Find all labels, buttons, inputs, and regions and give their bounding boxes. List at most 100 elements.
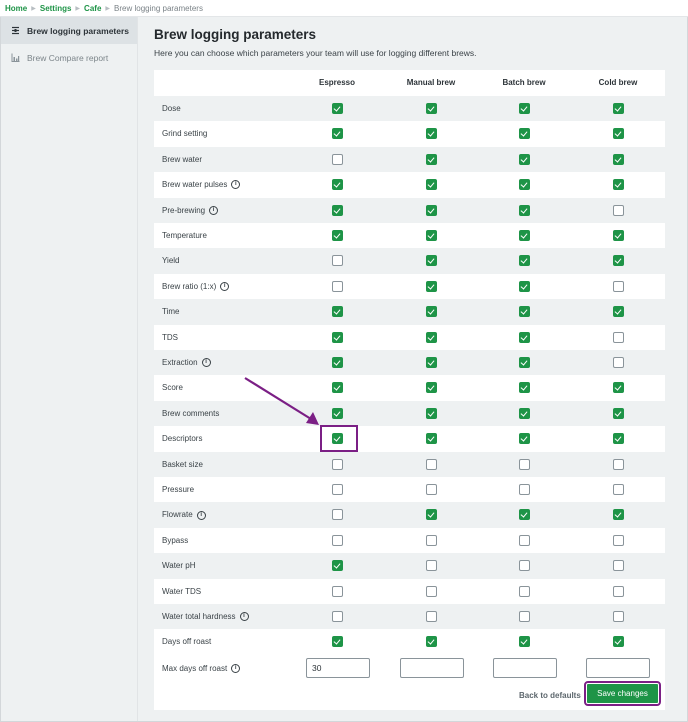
sidebar-item-brew-logging-parameters[interactable]: Brew logging parameters xyxy=(1,17,137,44)
checkbox-batch-brew[interactable] xyxy=(518,179,530,191)
checkbox-manual-brew[interactable] xyxy=(425,280,437,292)
checkbox-espresso[interactable] xyxy=(331,585,343,597)
checkbox-batch-brew[interactable] xyxy=(518,153,530,165)
checkbox-espresso[interactable] xyxy=(331,560,343,572)
breadcrumb-cafe[interactable]: Cafe xyxy=(84,4,101,13)
checkbox-manual-brew[interactable] xyxy=(425,636,437,648)
checkbox-espresso[interactable] xyxy=(331,103,343,114)
checkbox-cold-brew[interactable] xyxy=(612,255,624,267)
checkbox-cold-brew[interactable] xyxy=(612,433,624,445)
checkbox-cold-brew[interactable] xyxy=(612,280,624,292)
checkbox-manual-brew[interactable] xyxy=(425,331,437,343)
checkbox-manual-brew[interactable] xyxy=(425,534,437,546)
info-icon[interactable]: i xyxy=(196,510,206,520)
checkbox-espresso[interactable] xyxy=(331,280,343,292)
checkbox-cold-brew[interactable] xyxy=(612,306,624,318)
checkbox-cold-brew[interactable] xyxy=(612,230,624,241)
checkbox-espresso[interactable] xyxy=(331,204,343,216)
checkbox-espresso[interactable] xyxy=(331,153,343,165)
checkbox-cold-brew[interactable] xyxy=(612,204,624,216)
checkbox-manual-brew[interactable] xyxy=(425,560,437,572)
checkbox-batch-brew[interactable] xyxy=(518,585,530,597)
info-icon[interactable]: i xyxy=(231,180,241,190)
checkbox-espresso[interactable] xyxy=(331,509,343,521)
checkbox-espresso[interactable] xyxy=(331,255,343,267)
checkbox-batch-brew[interactable] xyxy=(518,204,530,216)
checkbox-manual-brew[interactable] xyxy=(425,433,437,445)
checkbox-espresso[interactable] xyxy=(331,458,343,470)
checkbox-batch-brew[interactable] xyxy=(518,636,530,648)
checkbox-espresso[interactable] xyxy=(331,331,343,343)
checkbox-espresso[interactable] xyxy=(331,382,343,394)
checkbox-espresso[interactable] xyxy=(331,484,343,495)
max-days-espresso-input[interactable] xyxy=(306,658,370,678)
checkbox-espresso[interactable] xyxy=(331,306,343,318)
checkbox-batch-brew[interactable] xyxy=(518,103,530,114)
checkbox-manual-brew[interactable] xyxy=(425,509,437,521)
checkbox-batch-brew[interactable] xyxy=(518,255,530,267)
checkbox-batch-brew[interactable] xyxy=(518,509,530,521)
checkbox-cold-brew[interactable] xyxy=(612,153,624,165)
checkbox-cold-brew[interactable] xyxy=(612,509,624,521)
checkbox-manual-brew[interactable] xyxy=(425,458,437,470)
checkbox-cold-brew[interactable] xyxy=(612,128,624,140)
checkbox-espresso[interactable] xyxy=(331,611,343,622)
info-icon[interactable]: i xyxy=(220,281,230,291)
checkbox-cold-brew[interactable] xyxy=(612,179,624,191)
info-icon[interactable]: i xyxy=(209,205,219,215)
info-icon[interactable]: i xyxy=(201,358,211,368)
checkbox-cold-brew[interactable] xyxy=(612,382,624,394)
checkbox-manual-brew[interactable] xyxy=(425,103,437,114)
checkbox-manual-brew[interactable] xyxy=(425,585,437,597)
checkbox-batch-brew[interactable] xyxy=(518,357,530,368)
checkbox-batch-brew[interactable] xyxy=(518,534,530,546)
info-icon[interactable]: i xyxy=(239,612,249,622)
checkbox-batch-brew[interactable] xyxy=(518,611,530,622)
checkbox-manual-brew[interactable] xyxy=(425,128,437,140)
checkbox-cold-brew[interactable] xyxy=(612,407,624,419)
checkbox-manual-brew[interactable] xyxy=(425,306,437,318)
checkbox-manual-brew[interactable] xyxy=(425,382,437,394)
checkbox-cold-brew[interactable] xyxy=(612,636,624,648)
checkbox-manual-brew[interactable] xyxy=(425,230,437,241)
checkbox-manual-brew[interactable] xyxy=(425,179,437,191)
checkbox-espresso[interactable] xyxy=(331,357,343,368)
max-days-manual-brew-input[interactable] xyxy=(400,658,464,678)
checkbox-cold-brew[interactable] xyxy=(612,585,624,597)
checkbox-manual-brew[interactable] xyxy=(425,407,437,419)
checkbox-cold-brew[interactable] xyxy=(612,331,624,343)
checkbox-espresso[interactable] xyxy=(331,636,343,648)
checkbox-batch-brew[interactable] xyxy=(518,280,530,292)
checkbox-espresso[interactable] xyxy=(331,230,343,241)
back-to-defaults-button[interactable]: Back to defaults xyxy=(519,691,581,700)
checkbox-cold-brew[interactable] xyxy=(612,458,624,470)
checkbox-espresso[interactable] xyxy=(331,179,343,191)
checkbox-espresso[interactable] xyxy=(331,534,343,546)
checkbox-espresso[interactable] xyxy=(331,128,343,140)
checkbox-cold-brew[interactable] xyxy=(612,484,624,495)
checkbox-batch-brew[interactable] xyxy=(518,306,530,318)
checkbox-batch-brew[interactable] xyxy=(518,128,530,140)
max-days-cold-brew-input[interactable] xyxy=(586,658,650,678)
checkbox-batch-brew[interactable] xyxy=(518,560,530,572)
checkbox-cold-brew[interactable] xyxy=(612,534,624,546)
checkbox-manual-brew[interactable] xyxy=(425,204,437,216)
checkbox-batch-brew[interactable] xyxy=(518,407,530,419)
checkbox-manual-brew[interactable] xyxy=(425,611,437,622)
sidebar-item-brew-compare-report[interactable]: Brew Compare report xyxy=(1,44,137,71)
checkbox-cold-brew[interactable] xyxy=(612,103,624,114)
checkbox-batch-brew[interactable] xyxy=(518,458,530,470)
checkbox-batch-brew[interactable] xyxy=(518,382,530,394)
checkbox-batch-brew[interactable] xyxy=(518,433,530,445)
checkbox-batch-brew[interactable] xyxy=(518,230,530,241)
save-changes-button[interactable]: Save changes xyxy=(584,681,661,706)
checkbox-batch-brew[interactable] xyxy=(518,484,530,495)
breadcrumb-settings[interactable]: Settings xyxy=(40,4,72,13)
checkbox-espresso[interactable] xyxy=(331,407,343,419)
checkbox-cold-brew[interactable] xyxy=(612,611,624,622)
breadcrumb-home[interactable]: Home xyxy=(5,4,27,13)
checkbox-manual-brew[interactable] xyxy=(425,153,437,165)
checkbox-manual-brew[interactable] xyxy=(425,484,437,495)
checkbox-batch-brew[interactable] xyxy=(518,331,530,343)
info-icon[interactable]: i xyxy=(231,664,241,674)
